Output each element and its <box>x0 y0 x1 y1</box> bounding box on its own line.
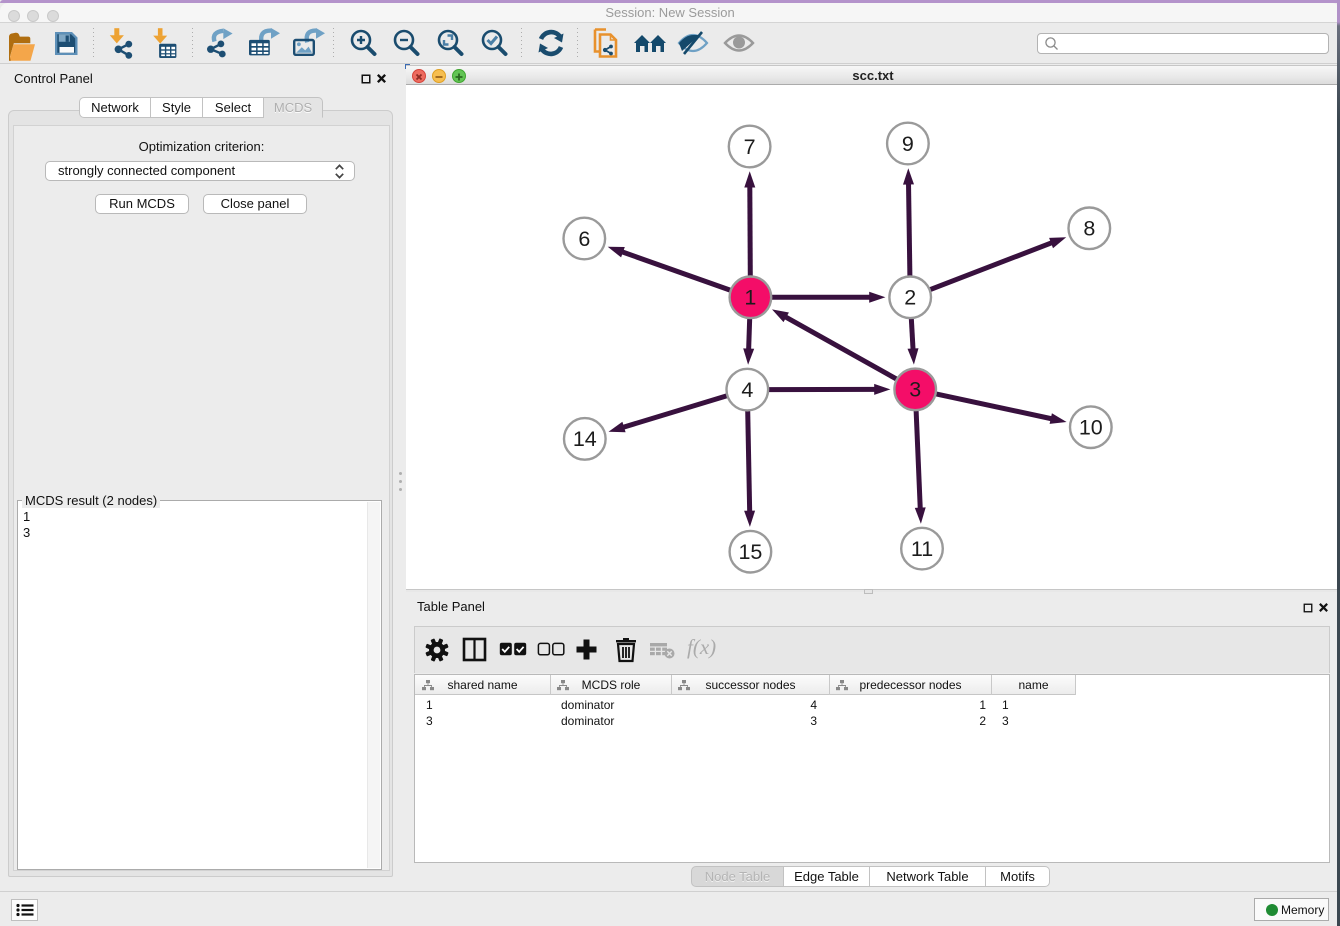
svg-text:3: 3 <box>909 378 921 402</box>
svg-text:8: 8 <box>1083 217 1095 241</box>
svg-text:14: 14 <box>573 427 597 451</box>
svg-text:7: 7 <box>744 135 756 159</box>
svg-text:1: 1 <box>744 286 756 310</box>
svg-text:11: 11 <box>911 537 933 561</box>
svg-text:2: 2 <box>904 286 916 310</box>
svg-text:15: 15 <box>738 540 762 564</box>
svg-text:10: 10 <box>1079 416 1103 440</box>
svg-text:4: 4 <box>741 378 753 402</box>
svg-text:9: 9 <box>902 132 914 156</box>
svg-text:6: 6 <box>578 227 590 251</box>
